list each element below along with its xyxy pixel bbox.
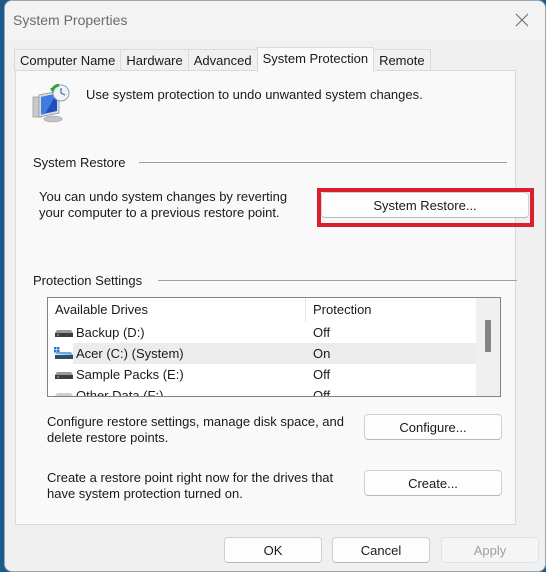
configure-description: Configure restore settings, manage disk …	[47, 414, 344, 446]
system-restore-description-line1: You can undo system changes by reverting	[39, 189, 288, 204]
create-button[interactable]: Create...	[364, 470, 502, 496]
tab-strip: Computer Name Hardware Advanced System P…	[14, 47, 431, 72]
window-title: System Properties	[13, 12, 128, 28]
create-description: Create a restore point right now for the…	[47, 470, 333, 502]
system-restore-divider	[139, 162, 507, 163]
tab-hardware[interactable]: Hardware	[120, 49, 189, 71]
intro-text: Use system protection to undo unwanted s…	[86, 87, 423, 102]
column-protection[interactable]: Protection	[306, 298, 477, 322]
drives-list[interactable]: Available Drives Protection Backup (D:) …	[47, 297, 501, 397]
title-bar: System Properties	[5, 1, 545, 41]
configure-description-line2: delete restore points.	[47, 430, 169, 445]
system-restore-button[interactable]: System Restore...	[321, 192, 529, 218]
column-available-drives[interactable]: Available Drives	[48, 298, 306, 322]
configure-description-line1: Configure restore settings, manage disk …	[47, 414, 345, 429]
create-description-line2: have system protection turned on.	[47, 486, 243, 501]
drive-protection-status: Off	[313, 325, 331, 340]
configure-button[interactable]: Configure...	[364, 414, 502, 440]
hard-drive-icon	[55, 329, 73, 337]
drive-name: Sample Packs (E:)	[76, 367, 184, 382]
drive-row[interactable]: Backup (D:) Off	[48, 322, 477, 343]
drive-row[interactable]: Other Data (F:) Off	[48, 385, 477, 397]
system-drive-icon	[54, 346, 73, 359]
tab-computer-name[interactable]: Computer Name	[14, 49, 122, 71]
drive-name: Backup (D:)	[76, 325, 145, 340]
close-button[interactable]	[499, 1, 545, 39]
system-restore-description: You can undo system changes by reverting…	[39, 189, 287, 221]
drives-list-header: Available Drives Protection	[48, 298, 477, 322]
tab-system-protection[interactable]: System Protection	[256, 47, 375, 72]
drive-name: Other Data (F:)	[76, 388, 164, 397]
create-description-line1: Create a restore point right now for the…	[47, 470, 334, 485]
protection-settings-divider	[158, 280, 517, 281]
drive-name: Acer (C:) (System)	[76, 346, 184, 361]
apply-button[interactable]: Apply	[441, 537, 539, 563]
drive-protection-status: Off	[313, 388, 331, 397]
system-protection-panel: Use system protection to undo unwanted s…	[15, 70, 534, 525]
tab-advanced[interactable]: Advanced	[187, 49, 258, 71]
tab-remote[interactable]: Remote	[373, 49, 431, 71]
cancel-button[interactable]: Cancel	[332, 537, 430, 563]
close-icon	[515, 13, 529, 27]
system-restore-group-label: System Restore	[33, 155, 126, 170]
hard-drive-icon	[55, 392, 73, 396]
drive-row[interactable]: Acer (C:) (System) On	[48, 343, 477, 364]
system-properties-window: System Properties Computer Name Hardware…	[4, 0, 546, 572]
system-protection-icon	[32, 83, 70, 123]
drives-list-scrollbar[interactable]	[476, 298, 500, 396]
drive-protection-status: Off	[313, 367, 331, 382]
protection-settings-group-label: Protection Settings	[33, 273, 143, 288]
hard-drive-icon	[55, 371, 73, 379]
drive-protection-status: On	[313, 346, 331, 361]
ok-button[interactable]: OK	[224, 537, 322, 563]
scrollbar-thumb[interactable]	[485, 320, 491, 352]
system-restore-description-line2: your computer to a previous restore poin…	[39, 205, 280, 220]
drive-row[interactable]: Sample Packs (E:) Off	[48, 364, 477, 385]
